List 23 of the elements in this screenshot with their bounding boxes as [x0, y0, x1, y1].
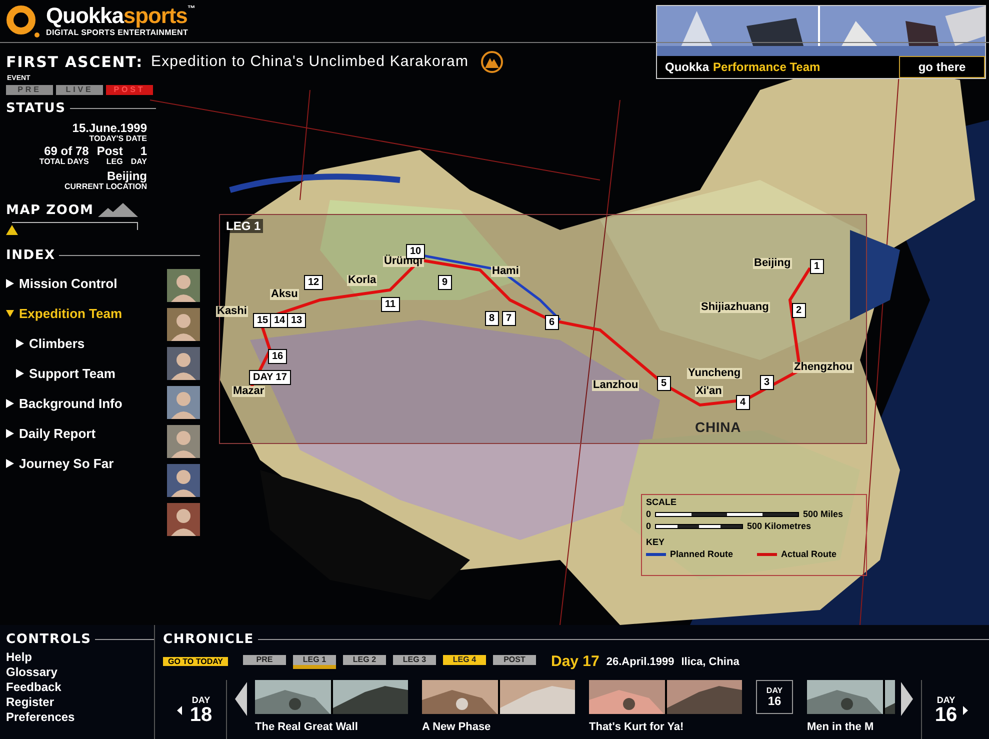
day-title: Day 17: [550, 652, 600, 672]
chronicle-heading: CHRONICLE: [163, 631, 254, 649]
scroll-left-icon[interactable]: [235, 682, 247, 716]
story-title[interactable]: Men in the M: [807, 719, 895, 736]
story-title[interactable]: That's Kurt for Ya!: [589, 719, 742, 736]
story-title[interactable]: The Real Great Wall: [255, 719, 408, 736]
triangle-left-icon: [176, 706, 182, 714]
leg-tab[interactable]: LEG 1: [292, 654, 336, 669]
control-link[interactable]: Feedback: [6, 680, 154, 694]
chronicle-date: 26.April.1999: [606, 654, 674, 670]
controls-heading: CONTROLS: [6, 631, 92, 649]
chronicle-place: Ilica, China: [681, 654, 740, 670]
go-to-today-button[interactable]: GO TO TODAY: [163, 657, 228, 666]
control-link[interactable]: Help: [6, 650, 154, 664]
scroll-right-icon[interactable]: [901, 682, 913, 716]
day-marker-button[interactable]: DAY 16: [756, 680, 793, 714]
control-link[interactable]: Register: [6, 694, 154, 710]
triangle-right-icon: [963, 706, 968, 714]
control-link[interactable]: Preferences: [6, 710, 154, 724]
previous-day-button[interactable]: DAY 18: [163, 680, 227, 739]
story-title[interactable]: A New Phase: [422, 719, 575, 736]
next-day-button[interactable]: DAY 16: [921, 680, 981, 739]
control-link[interactable]: Glossary: [6, 664, 154, 680]
